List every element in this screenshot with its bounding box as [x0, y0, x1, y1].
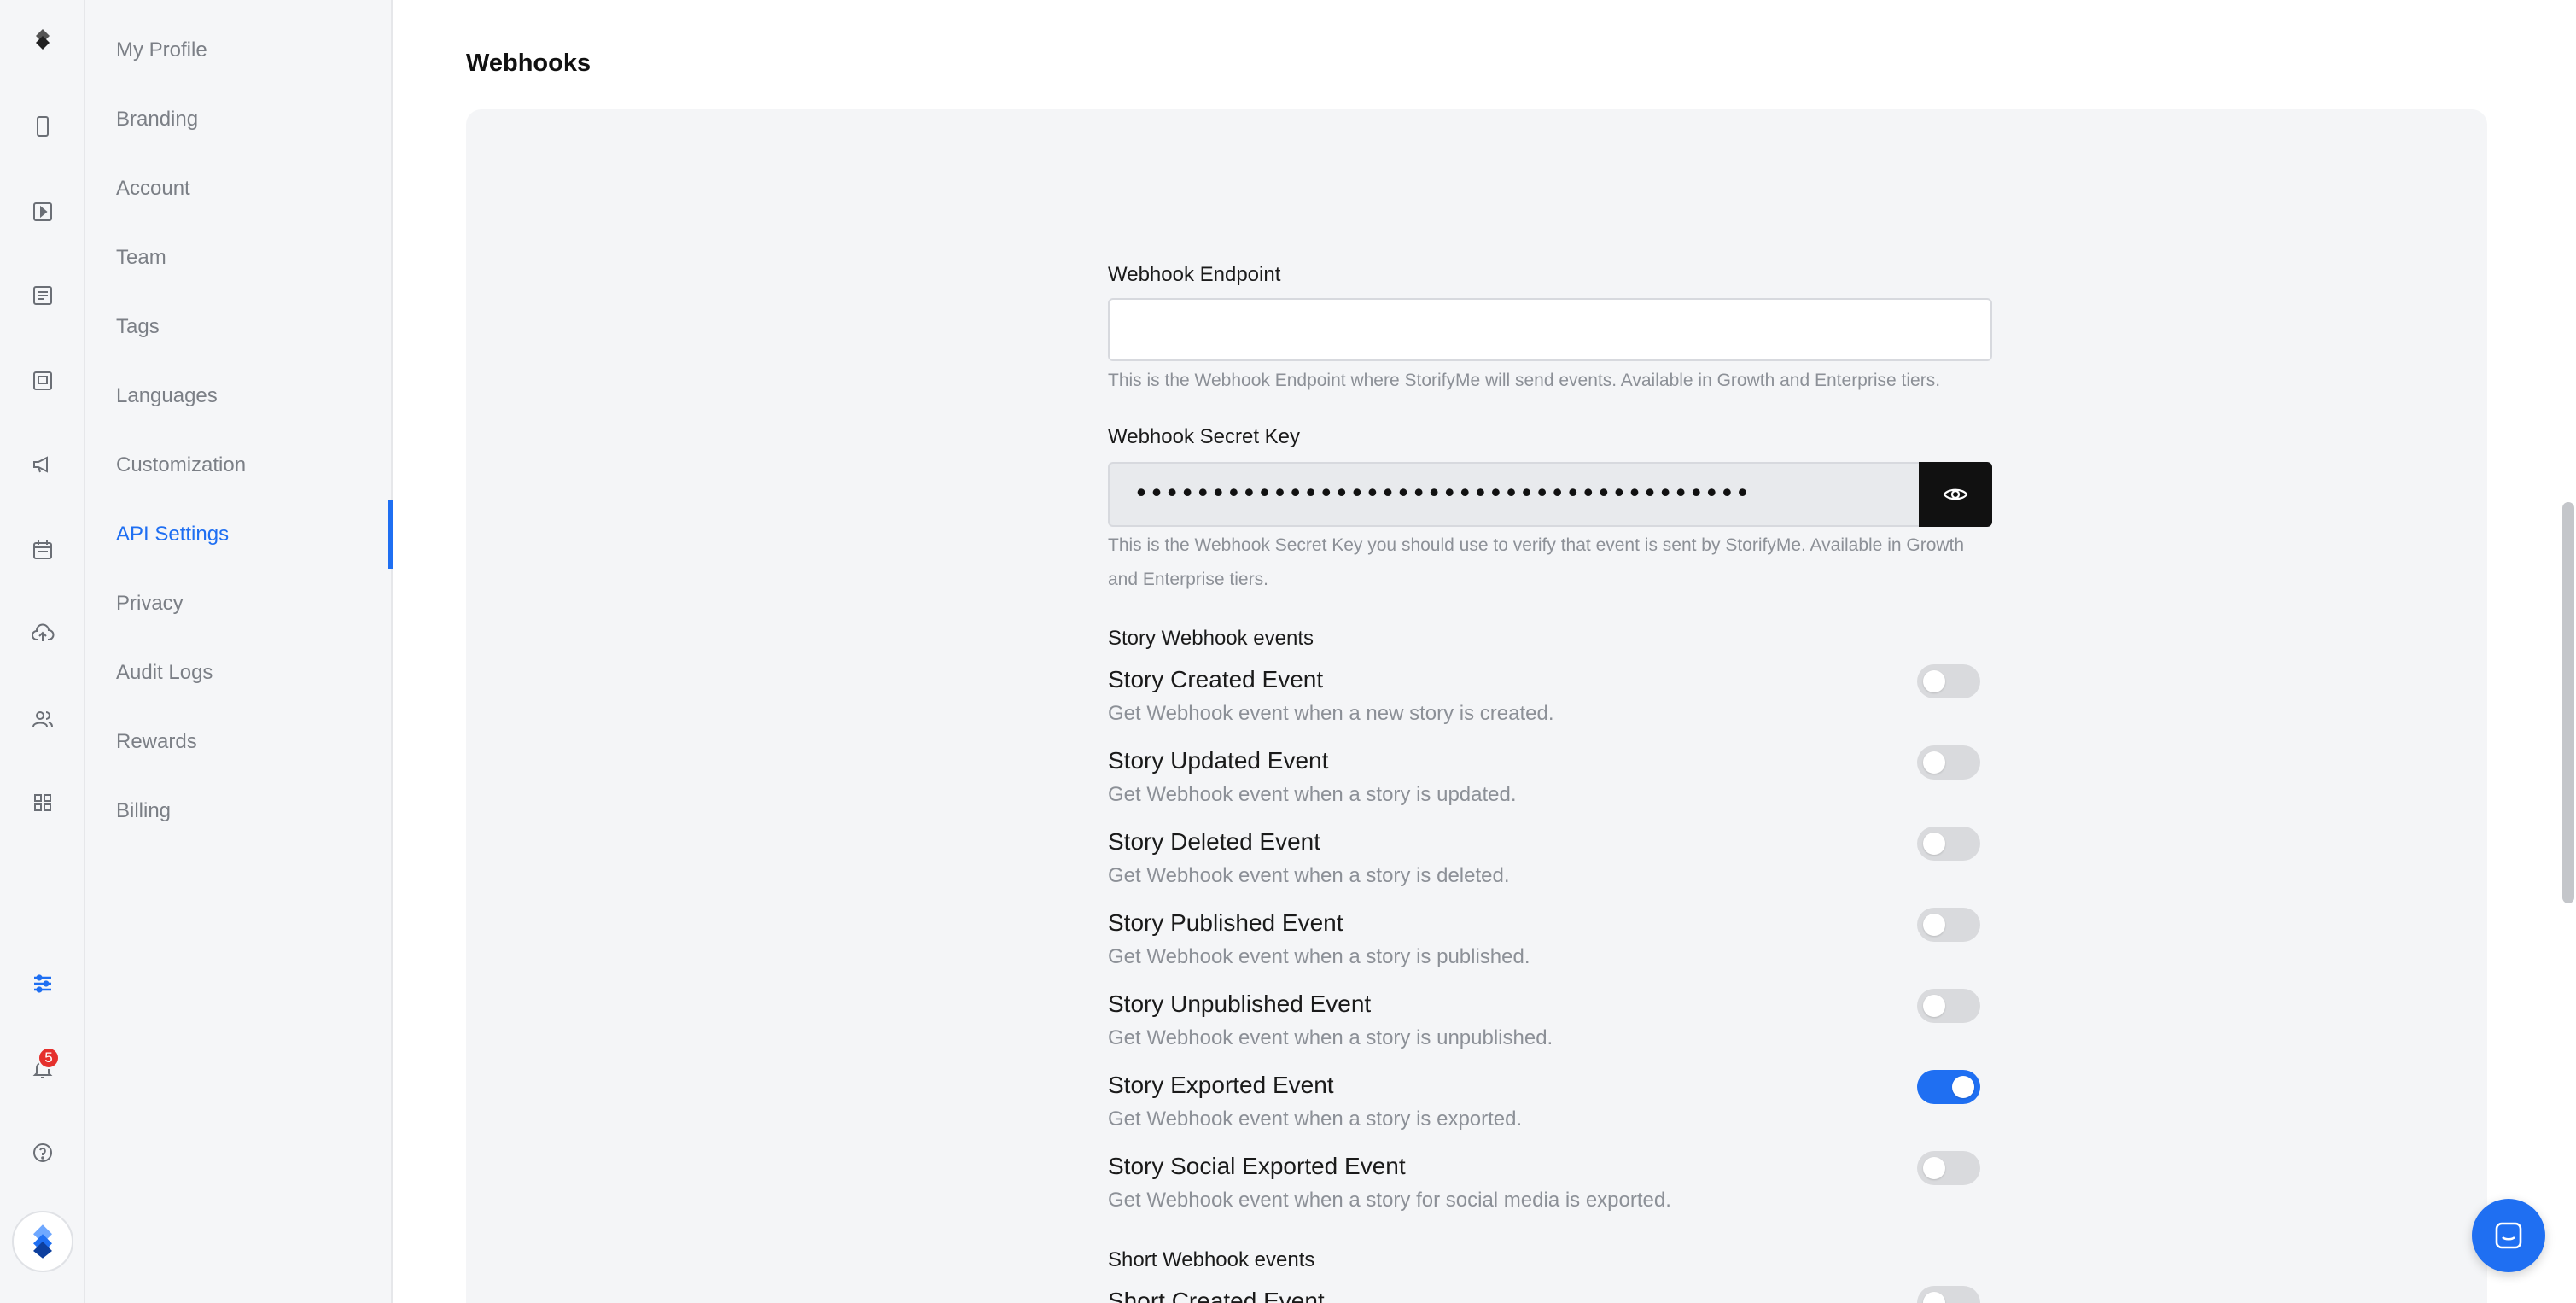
- list-icon[interactable]: [26, 278, 60, 313]
- calendar-icon[interactable]: [26, 533, 60, 567]
- event-name: Story Published Event: [1108, 909, 1343, 936]
- megaphone-icon[interactable]: [26, 447, 60, 482]
- toggle-story-social-exported[interactable]: [1917, 1151, 1980, 1185]
- secret-key-label: Webhook Secret Key: [1108, 425, 1301, 448]
- event-name: Story Exported Event: [1108, 1072, 1334, 1098]
- event-story-published: Story Published Event Get Webhook event …: [1108, 908, 1992, 990]
- event-story-exported: Story Exported Event Get Webhook event w…: [1108, 1070, 1992, 1153]
- image-icon[interactable]: [26, 364, 60, 398]
- scroll-thumb[interactable]: [2562, 502, 2574, 903]
- endpoint-input[interactable]: [1108, 298, 1992, 361]
- sliders-icon[interactable]: [26, 967, 60, 1001]
- webhooks-card: Webhook Endpoint This is the Webhook End…: [466, 109, 2487, 1303]
- event-name: Story Created Event: [1108, 666, 1324, 692]
- event-story-unpublished: Story Unpublished Event Get Webhook even…: [1108, 989, 1992, 1072]
- main-content: Webhooks Webhook Endpoint This is the We…: [393, 0, 2561, 1303]
- event-short-created: Short Created Event: [1108, 1288, 1992, 1303]
- users-icon[interactable]: [26, 702, 60, 736]
- toggle-short-created[interactable]: [1917, 1286, 1980, 1303]
- event-description: Get Webhook event when a story is publis…: [1108, 945, 1530, 968]
- event-story-updated: Story Updated Event Get Webhook event wh…: [1108, 745, 1992, 828]
- event-description: Get Webhook event when a story for socia…: [1108, 1189, 1671, 1212]
- help-icon[interactable]: [26, 1136, 60, 1170]
- event-name: Short Created Event: [1108, 1288, 1325, 1303]
- chat-button[interactable]: [2472, 1199, 2545, 1272]
- event-description: Get Webhook event when a story is delete…: [1108, 864, 1510, 887]
- event-name: Story Updated Event: [1108, 747, 1329, 774]
- event-story-created: Story Created Event Get Webhook event wh…: [1108, 664, 1992, 747]
- bell-icon[interactable]: 5: [26, 1047, 60, 1086]
- event-description: Get Webhook event when a story is update…: [1108, 783, 1517, 806]
- nav-item-branding[interactable]: Branding: [116, 94, 391, 145]
- nav-item-privacy[interactable]: Privacy: [116, 578, 391, 629]
- phone-icon[interactable]: [26, 109, 60, 143]
- short-events-title: Short Webhook events: [1108, 1248, 1315, 1271]
- nav-item-audit-logs[interactable]: Audit Logs: [116, 647, 391, 698]
- nav-item-customization[interactable]: Customization: [116, 440, 391, 491]
- toggle-story-unpublished[interactable]: [1917, 989, 1980, 1023]
- notification-badge: 5: [38, 1047, 60, 1069]
- cloud-upload-icon[interactable]: [26, 616, 60, 651]
- event-name: Story Deleted Event: [1108, 828, 1321, 855]
- eye-icon: [1943, 488, 1968, 500]
- settings-nav: My Profile Branding Account Team Tags La…: [85, 0, 393, 1303]
- toggle-story-published[interactable]: [1917, 908, 1980, 942]
- event-name: Story Unpublished Event: [1108, 990, 1372, 1017]
- toggle-story-created[interactable]: [1917, 664, 1980, 698]
- icon-rail: 5: [0, 0, 85, 1303]
- endpoint-help: This is the Webhook Endpoint where Stori…: [1108, 371, 1941, 390]
- secret-key-field: ••••••••••••••••••••••••••••••••••••••••: [1108, 462, 1992, 527]
- page-title: Webhooks: [466, 50, 592, 77]
- nav-item-my-profile[interactable]: My Profile: [116, 25, 391, 76]
- event-description: Get Webhook event when a story is export…: [1108, 1107, 1523, 1131]
- nav-item-rewards[interactable]: Rewards: [116, 716, 391, 768]
- toggle-story-updated[interactable]: [1917, 745, 1980, 780]
- grid-icon[interactable]: [26, 786, 60, 820]
- story-events-title: Story Webhook events: [1108, 627, 1314, 650]
- event-story-social-exported: Story Social Exported Event Get Webhook …: [1108, 1151, 1992, 1234]
- show-secret-button[interactable]: [1919, 462, 1992, 527]
- nav-item-languages[interactable]: Languages: [116, 371, 391, 422]
- toggle-story-exported[interactable]: [1917, 1070, 1980, 1104]
- toggle-story-deleted[interactable]: [1917, 827, 1980, 861]
- chat-icon: [2495, 1222, 2522, 1249]
- nav-item-account[interactable]: Account: [116, 163, 391, 214]
- nav-item-billing[interactable]: Billing: [116, 786, 391, 837]
- play-icon[interactable]: [26, 195, 60, 229]
- endpoint-label: Webhook Endpoint: [1108, 263, 1281, 286]
- event-description: Get Webhook event when a new story is cr…: [1108, 702, 1554, 725]
- scrollbar[interactable]: [2561, 0, 2576, 1303]
- event-description: Get Webhook event when a story is unpubl…: [1108, 1026, 1553, 1049]
- nav-item-team[interactable]: Team: [116, 232, 391, 283]
- nav-item-api-settings[interactable]: API Settings: [116, 509, 391, 560]
- avatar[interactable]: [12, 1211, 73, 1272]
- event-name: Story Social Exported Event: [1108, 1153, 1406, 1179]
- event-story-deleted: Story Deleted Event Get Webhook event wh…: [1108, 827, 1992, 909]
- secret-key-help: This is the Webhook Secret Key you shoul…: [1108, 535, 1965, 589]
- nav-item-tags[interactable]: Tags: [116, 301, 391, 353]
- secret-key-input[interactable]: ••••••••••••••••••••••••••••••••••••••••: [1108, 462, 1919, 527]
- logo-icon[interactable]: [26, 22, 60, 56]
